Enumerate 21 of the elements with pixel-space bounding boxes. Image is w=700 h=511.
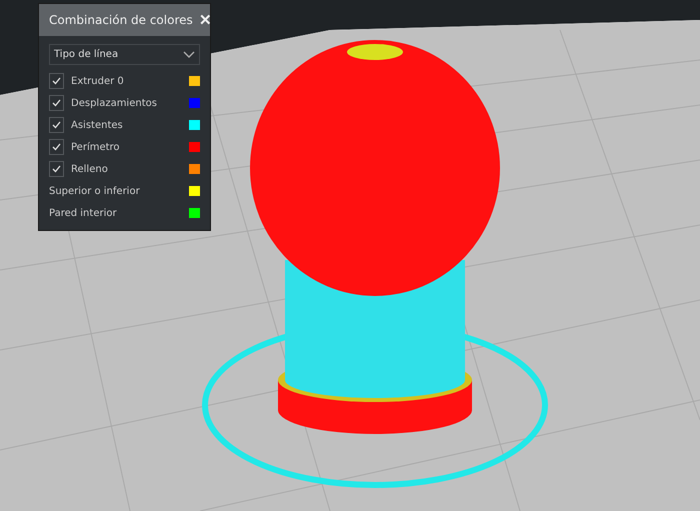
- legend-label: Asistentes: [71, 120, 124, 130]
- close-button[interactable]: ✕: [198, 12, 212, 28]
- checkbox[interactable]: [49, 73, 64, 89]
- check-icon: [52, 99, 61, 107]
- legend-label: Superior o inferior: [49, 186, 141, 196]
- checkbox[interactable]: [49, 161, 64, 177]
- legend-label: Pared interior: [49, 208, 118, 218]
- legend-label: Perímetro: [71, 142, 121, 152]
- check-icon: [52, 165, 61, 173]
- legend-label: Relleno: [71, 164, 109, 174]
- panel-title: Combinación de colores: [49, 13, 193, 27]
- checkbox[interactable]: [49, 95, 64, 111]
- legend-label: Desplazamientos: [71, 98, 158, 108]
- checkbox[interactable]: [49, 117, 64, 133]
- check-icon: [52, 121, 61, 129]
- line-type-dropdown[interactable]: Tipo de línea: [49, 44, 200, 65]
- check-icon: [52, 77, 61, 85]
- chevron-icon: [183, 50, 195, 58]
- legend-label: Extruder 0: [71, 76, 125, 86]
- checkbox[interactable]: [49, 139, 64, 155]
- check-icon: [52, 143, 61, 151]
